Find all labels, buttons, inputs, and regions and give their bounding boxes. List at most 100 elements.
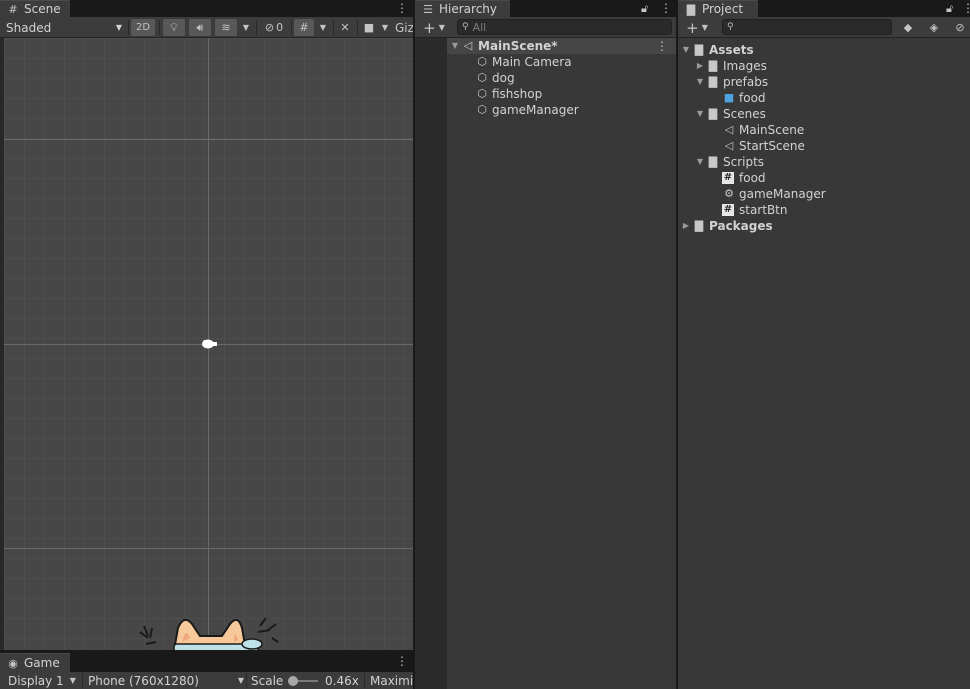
tools-button[interactable]: ✕ (336, 19, 354, 36)
gameobject-cube-icon: ⬡ (477, 71, 487, 84)
expand-arrow-icon[interactable]: ▼ (694, 74, 706, 90)
hierarchy-item[interactable]: ⬡ Main Camera (475, 54, 571, 70)
game-toolbar: Display 1 ▼ Phone (760x1280) ▼ Scale 0.4… (0, 672, 413, 689)
plus-icon: + (423, 18, 436, 37)
scene-menu-icon[interactable]: ⋮ (656, 38, 668, 54)
hierarchy-toolbar: + ▼ ⚲ All (415, 17, 676, 38)
folder-icon: ▇ (694, 219, 704, 232)
project-item-prefab-food[interactable]: ■ food (722, 90, 766, 106)
chevron-down-icon: ▼ (701, 23, 708, 32)
project-item-scripts[interactable]: ▼ ▇ Scripts (694, 154, 764, 170)
gizmos-button[interactable]: Giz (395, 19, 413, 36)
dog-sprite[interactable] (130, 610, 290, 650)
chevron-down-icon: ▼ (319, 23, 327, 32)
layers-icon: ≋ (221, 21, 231, 34)
camera-icon: ■ (363, 21, 375, 34)
chevron-down-icon: ▼ (115, 23, 122, 32)
list-icon: ☰ (423, 2, 433, 16)
search-icon: ⚲ (727, 22, 734, 32)
hierarchy-item[interactable]: ⬡ gameManager (475, 102, 578, 118)
csharp-script-icon: # (722, 204, 734, 216)
lock-icon[interactable]: 🔓︎ (641, 0, 648, 17)
gamepad-icon: ◉ (8, 656, 18, 670)
scale-value: 0.46x (325, 674, 359, 688)
project-item-scene-start[interactable]: ◁ StartScene (722, 138, 805, 154)
folder-open-icon: ▇ (708, 155, 718, 168)
tag-icon: ◈ (929, 21, 939, 34)
chevron-down-icon: ▼ (69, 676, 76, 685)
effects-toggle[interactable]: ≋ (215, 19, 237, 36)
scene-root-row[interactable]: ▼ ◁ MainScene* ⋮ (447, 38, 676, 54)
tab-project[interactable]: ▇ Project (678, 0, 758, 17)
effects-dropdown[interactable]: ▼ (239, 19, 253, 36)
scale-control: Scale (251, 674, 284, 688)
tab-hierarchy[interactable]: ☰ Hierarchy (415, 0, 510, 17)
display-dropdown[interactable]: Display 1 ▼ (8, 673, 82, 689)
hierarchy-item[interactable]: ⬡ dog (475, 70, 514, 86)
camera-button[interactable]: ■ (360, 19, 378, 36)
expand-arrow-icon[interactable]: ▼ (449, 38, 461, 54)
draw-mode-dropdown[interactable]: Shaded ▼ (6, 19, 124, 36)
project-item-assets[interactable]: ▼ ▇ Assets (680, 42, 754, 58)
mode-2d-button[interactable]: 2D (131, 19, 155, 36)
camera-gizmo-icon[interactable] (200, 337, 218, 351)
lightbulb-icon: 💡︎ (170, 20, 178, 34)
lighting-toggle[interactable]: 💡︎ (163, 19, 185, 36)
gameobject-cube-icon: ⬡ (477, 55, 487, 68)
gameobject-cube-icon: ⬡ (477, 103, 487, 116)
gameobject-cube-icon: ⬡ (477, 87, 487, 100)
eye-slash-icon: ⊘ (264, 21, 275, 34)
folder-icon: ▇ (708, 59, 718, 72)
collapse-arrow-icon[interactable]: ▶ (680, 218, 692, 234)
lock-icon[interactable]: 🔓︎ (946, 0, 953, 17)
tab-game[interactable]: ◉ Game (0, 653, 70, 672)
game-tabbar: ◉ Game ⋮ (0, 652, 413, 672)
unity-scene-icon: ◁ (724, 123, 734, 136)
scale-slider-handle[interactable] (288, 676, 298, 686)
grid-icon: # (8, 2, 18, 16)
project-item-script-food[interactable]: # food (722, 170, 766, 186)
project-toolbar: + ▼ ⚲ ◆ ◈ ⊘ (678, 17, 970, 38)
project-item-packages[interactable]: ▶ ▇ Packages (680, 218, 773, 234)
scene-visibility-toggle[interactable]: ⊘ 0 (259, 19, 289, 36)
expand-arrow-icon[interactable]: ▼ (694, 154, 706, 170)
maximize-button[interactable]: Maximiz (370, 673, 413, 689)
eye-slash-icon: ⊘ (955, 21, 965, 34)
chevron-down-icon: ▼ (381, 23, 389, 32)
resolution-dropdown[interactable]: Phone (760x1280) ▼ (88, 673, 244, 689)
create-asset-button[interactable]: + ▼ (682, 19, 712, 37)
hierarchy-tabbar: ☰ Hierarchy 🔓︎ ⋮ (415, 0, 676, 17)
expand-arrow-icon[interactable]: ▼ (694, 106, 706, 122)
speaker-icon: 🔊︎ (196, 20, 204, 34)
audio-toggle[interactable]: 🔊︎ (189, 19, 211, 36)
project-item-scenes[interactable]: ▼ ▇ Scenes (694, 106, 766, 122)
hierarchy-item[interactable]: ⬡ fishshop (475, 86, 542, 102)
project-search-input[interactable]: ⚲ (722, 19, 892, 35)
game-menu-icon[interactable]: ⋮ (396, 653, 408, 670)
chevron-down-icon: ▼ (438, 23, 445, 32)
camera-dropdown[interactable]: ▼ (378, 19, 392, 36)
gear-icon: ⚙ (724, 187, 734, 200)
project-item-script-startbtn[interactable]: # startBtn (722, 202, 788, 218)
grid-snap-toggle[interactable]: # (294, 19, 314, 36)
project-item-script-gamemanager[interactable]: ⚙ gameManager (722, 186, 826, 202)
hierarchy-menu-icon[interactable]: ⋮ (660, 0, 672, 17)
project-menu-icon[interactable]: ⋮ (962, 0, 970, 17)
hidden-packages-button[interactable]: ⊘ (950, 19, 970, 36)
filter-type-button[interactable]: ◆ (898, 19, 918, 36)
scene-view[interactable] (4, 38, 413, 650)
project-item-prefabs[interactable]: ▼ ▇ prefabs (694, 74, 768, 90)
folder-open-icon: ▇ (694, 43, 704, 56)
collapse-arrow-icon[interactable]: ▶ (694, 58, 706, 74)
scene-menu-icon[interactable]: ⋮ (396, 0, 408, 17)
expand-arrow-icon[interactable]: ▼ (680, 42, 692, 58)
project-item-scene-main[interactable]: ◁ MainScene (722, 122, 804, 138)
hierarchy-search-input[interactable]: ⚲ All (457, 19, 672, 35)
create-button[interactable]: + ▼ (419, 18, 449, 37)
project-tabbar: ▇ Project 🔓︎ ⋮ (678, 0, 970, 17)
filter-label-button[interactable]: ◈ (924, 19, 944, 36)
tab-scene[interactable]: # Scene (0, 0, 70, 17)
grid-dropdown[interactable]: ▼ (316, 19, 330, 36)
project-item-images[interactable]: ▶ ▇ Images (694, 58, 767, 74)
search-icon: ⚲ (462, 22, 469, 32)
